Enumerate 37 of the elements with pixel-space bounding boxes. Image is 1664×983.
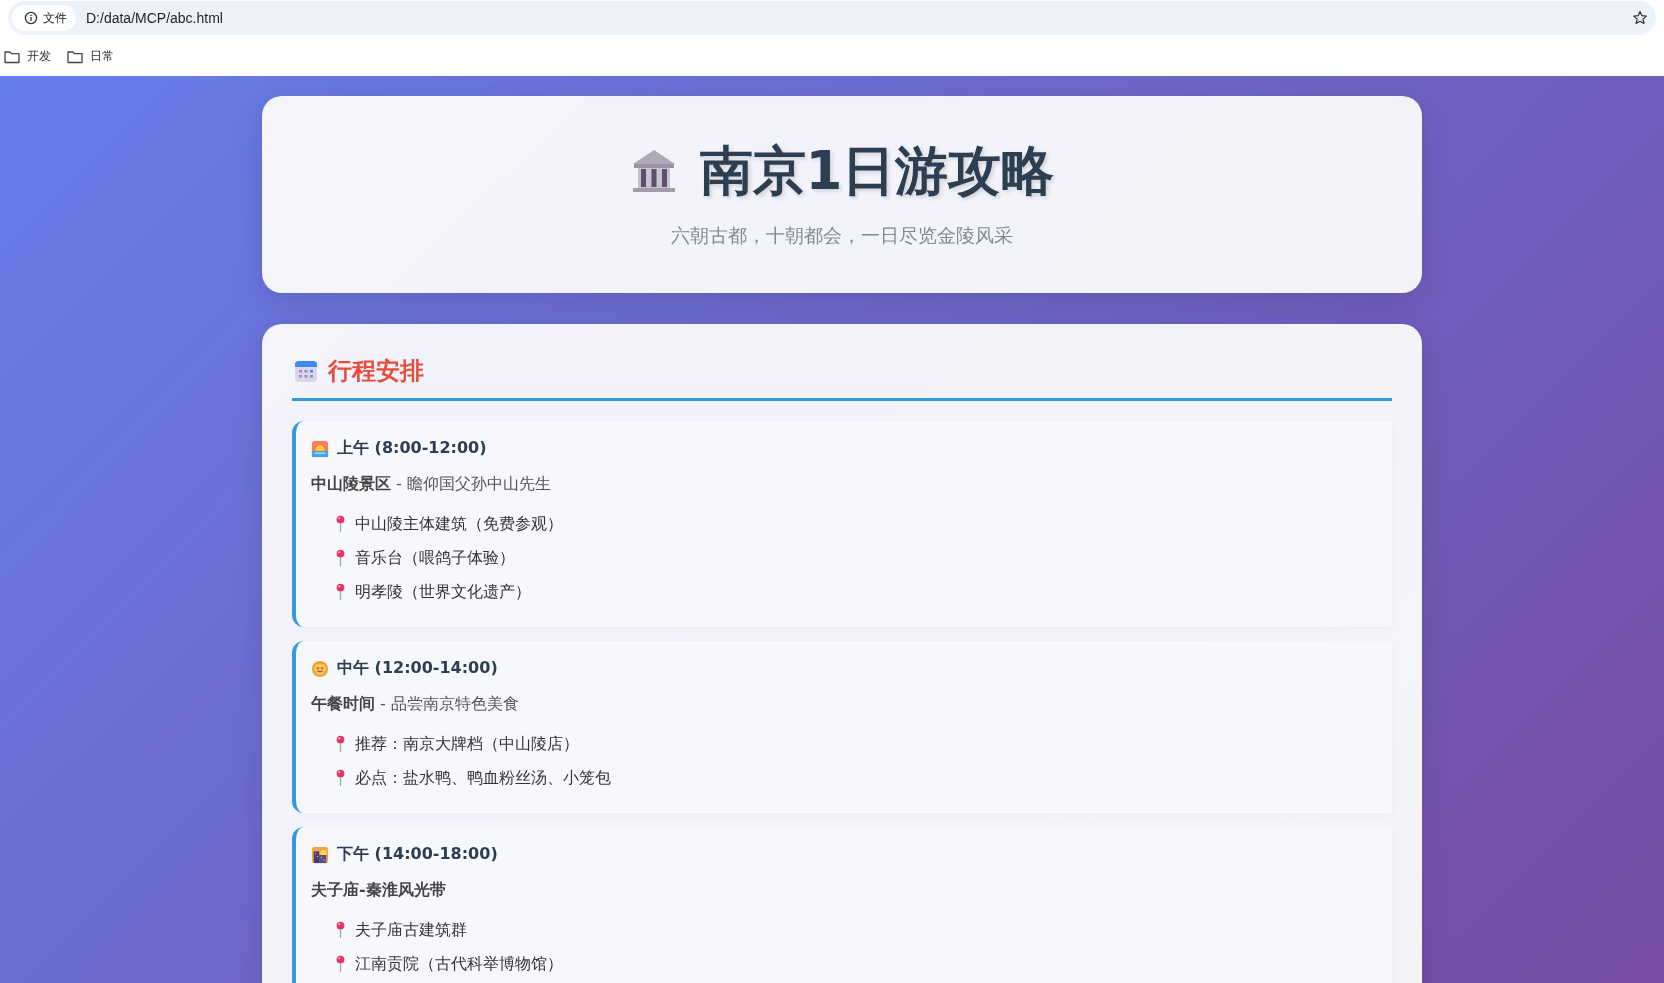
site-info-chip[interactable]: 文件 [12,5,76,31]
address-bar[interactable]: 文件 D:/data/MCP/abc.html [8,1,1656,35]
activity-description: 午餐时间 - 品尝南京特色美食 [311,694,520,715]
pushpin-icon [335,921,346,939]
itinerary-item: 夫子庙古建筑群 [355,919,467,941]
pushpin-icon [335,769,346,787]
security-label: 文件 [43,9,67,27]
smiling-sun-icon [311,659,329,678]
calendar-icon [294,359,318,383]
time-slot-title: 上午 (8:00-12:00) [337,438,487,459]
page-title: 南京1日游攻略 [699,144,1055,197]
bookmark-folder[interactable]: 日常 [67,48,114,65]
url-text: D:/data/MCP/abc.html [86,10,224,26]
bookmark-folder[interactable]: 开发 [4,48,51,65]
sunrise-icon [311,439,329,458]
pushpin-icon [335,735,346,753]
section-title: 行程安排 [328,356,424,387]
itinerary-item: 推荐：南京大牌档（中山陵店） [355,733,579,755]
pushpin-icon [335,583,346,601]
time-slot-title: 中午 (12:00-14:00) [337,658,498,679]
city-sunset-icon [311,845,329,864]
info-icon [24,11,38,25]
activity-description: 夫子庙-秦淮风光带 [311,880,447,901]
pushpin-icon [335,955,346,973]
itinerary-item: 音乐台（喂鸽子体验） [355,547,515,569]
pushpin-icon [335,515,346,533]
folder-icon [4,49,20,64]
bookmark-star-icon[interactable] [1632,10,1648,26]
itinerary-item: 必点：盐水鸭、鸭血粉丝汤、小笼包 [355,767,611,789]
itinerary-item: 明孝陵（世界文化遗产） [355,581,531,603]
itinerary-item: 中山陵主体建筑（免费参观） [355,513,563,535]
folder-icon [67,49,83,64]
pushpin-icon [335,549,346,567]
activity-description: 中山陵景区 - 瞻仰国父孙中山先生 [311,474,552,495]
time-slot-title: 下午 (14:00-18:00) [337,844,498,865]
page-subtitle: 六朝古都，十朝都会，一日尽览金陵风采 [671,223,1013,248]
itinerary-item: 江南贡院（古代科举博物馆） [355,953,563,975]
